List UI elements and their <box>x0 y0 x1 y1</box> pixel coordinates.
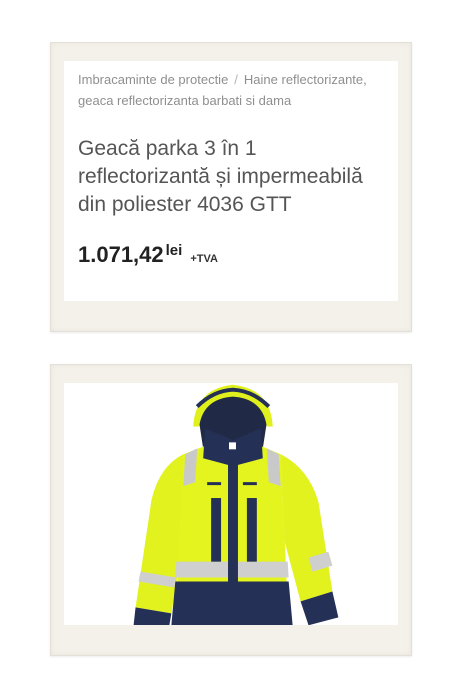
product-image-panel[interactable] <box>64 383 398 625</box>
price-amount: 1.071,42 <box>78 242 164 267</box>
breadcrumb-separator: / <box>234 72 238 87</box>
product-image-card <box>50 364 412 656</box>
price-currency: lei <box>165 242 183 259</box>
price-vat-note: +TVA <box>190 253 218 265</box>
breadcrumb: Imbracaminte de protectie / Haine reflecto… <box>78 69 386 111</box>
product-info-card: Imbracaminte de protectie / Haine reflecto… <box>50 42 412 332</box>
hi-vis-jacket-image[interactable] <box>64 383 398 625</box>
product-title: Geacă parka 3 în 1 reflectorizantă și im… <box>78 137 363 216</box>
product-info-panel: Imbracaminte de protectie / Haine reflecto… <box>64 61 398 301</box>
breadcrumb-link-parent[interactable]: Imbracaminte de protectie <box>78 72 228 87</box>
product-price: 1.071,42 lei +TVA <box>78 242 218 268</box>
